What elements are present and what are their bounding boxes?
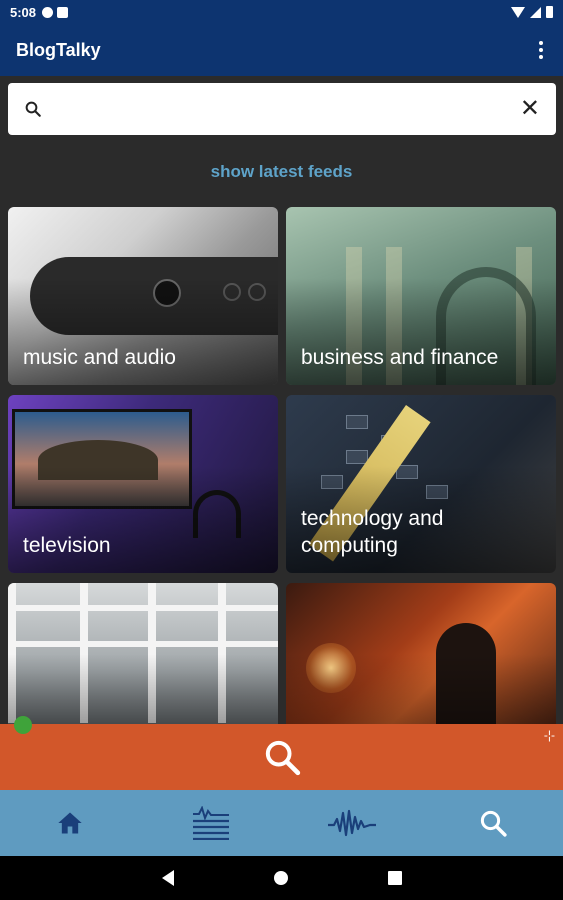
nav-home[interactable] <box>0 790 141 856</box>
search-icon <box>25 101 41 117</box>
more-vert-icon[interactable] <box>535 35 547 65</box>
search-input[interactable] <box>56 100 520 118</box>
category-label: television <box>23 534 111 557</box>
status-bar: 5:08 <box>0 0 563 24</box>
category-tile-business-and-finance[interactable]: business and finance <box>286 207 556 385</box>
bottom-nav <box>0 790 563 856</box>
category-tile-television[interactable]: television <box>8 395 278 573</box>
sync-icon <box>42 6 54 18</box>
category-label: business and finance <box>301 346 499 369</box>
back-icon[interactable] <box>161 870 174 886</box>
show-latest-feeds-link[interactable]: show latest feeds <box>0 162 563 182</box>
search-banner[interactable] <box>0 724 563 790</box>
signal-icon <box>530 6 541 18</box>
category-label: music and audio <box>23 346 176 369</box>
search-icon <box>480 810 507 837</box>
battery-icon <box>546 6 553 18</box>
close-icon[interactable]: ✕ <box>520 97 540 121</box>
nav-search[interactable] <box>422 790 563 856</box>
category-tile-music-and-audio[interactable]: music and audio <box>8 207 278 385</box>
app-title: BlogTalky <box>16 39 101 60</box>
home-button-icon[interactable] <box>273 871 288 885</box>
app-bar: BlogTalky <box>0 24 563 76</box>
android-nav-bar <box>0 856 563 900</box>
status-dot <box>14 716 32 734</box>
home-icon <box>58 812 83 834</box>
feed-list-icon <box>193 806 230 840</box>
search-bar: ✕ <box>8 83 556 135</box>
nav-audio[interactable] <box>282 790 423 856</box>
category-tile-technology-and-computing[interactable]: technology and computing <box>286 395 556 573</box>
audio-wave-icon <box>327 809 376 837</box>
status-time: 5:08 <box>10 4 37 20</box>
sim-icon <box>57 6 69 18</box>
search-icon <box>265 740 300 776</box>
wifi-icon <box>511 6 525 18</box>
recents-icon[interactable] <box>387 871 402 885</box>
crosshair-icon: -¦- <box>543 728 555 742</box>
category-label: technology and computing <box>301 507 444 557</box>
nav-feeds[interactable] <box>141 790 282 856</box>
